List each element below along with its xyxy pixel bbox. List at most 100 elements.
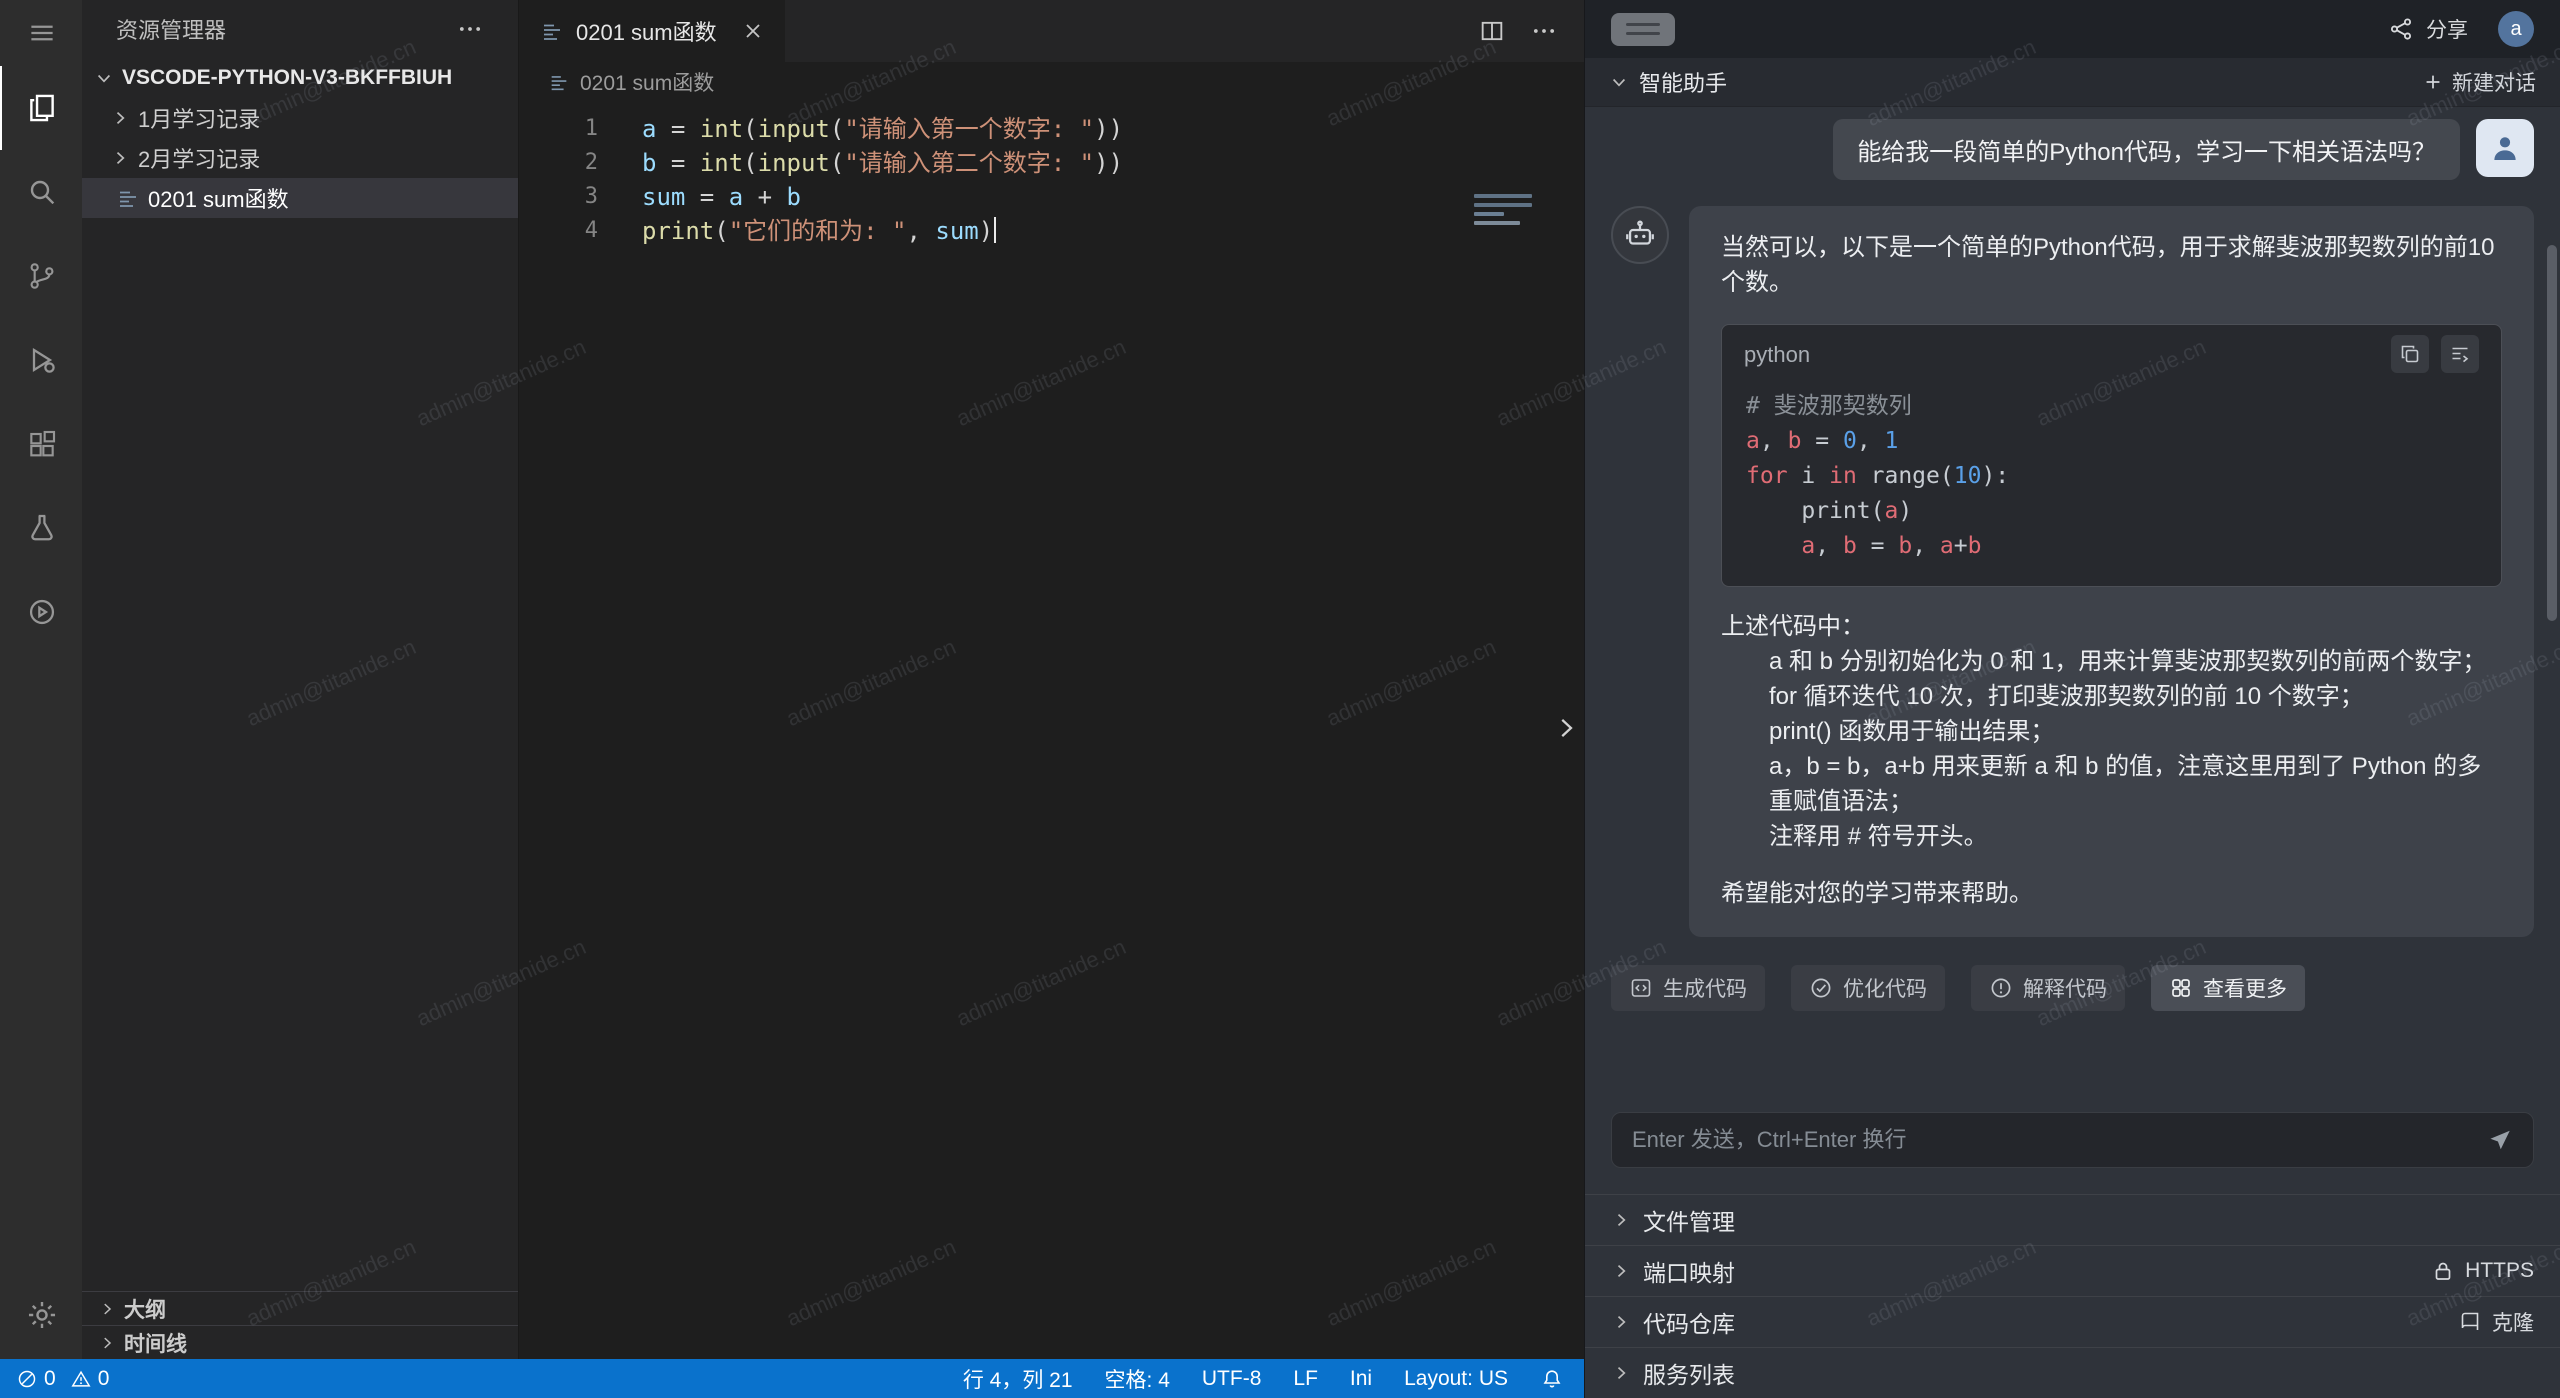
explain-item: for 循环迭代 10 次，打印斐波那契数列的前 10 个数字； [1769, 679, 2502, 714]
split-editor-icon[interactable] [1478, 17, 1506, 45]
see-more-button[interactable]: 查看更多 [2151, 965, 2305, 1011]
editor-more-icon[interactable] [1530, 17, 1558, 45]
chat-code-line: for i in range(10): [1746, 459, 2477, 494]
explanation: 上述代码中： a 和 b 分别初始化为 0 和 1，用来计算斐波那契数列的前两个… [1721, 609, 2502, 854]
share-icon[interactable] [2388, 16, 2414, 42]
chevron-right-icon [1611, 1261, 1631, 1281]
action-label: 解释代码 [2023, 973, 2107, 1003]
root-folder-label: VSCODE-PYTHON-V3-BKFFBIUH [122, 66, 452, 90]
person-icon [2476, 119, 2534, 177]
section-port-mapping[interactable]: 端口映射 HTTPS [1585, 1245, 2560, 1296]
cursor-position[interactable]: 行 4，列 21 [963, 1364, 1073, 1394]
run-profile-icon[interactable] [0, 570, 82, 654]
code-line[interactable]: 4print("它们的和为: ", sum) [520, 214, 1584, 248]
action-label: 生成代码 [1663, 973, 1747, 1003]
optimize-code-button[interactable]: 优化代码 [1791, 965, 1945, 1011]
menu-icon[interactable] [0, 0, 82, 66]
send-icon[interactable] [2487, 1127, 2513, 1153]
chevron-right-icon [98, 1300, 116, 1318]
closing-line: 希望能对您的学习带来帮助。 [1721, 876, 2502, 911]
code-language-label: python [1744, 337, 1810, 372]
panel-expand-chevron-icon[interactable] [1550, 706, 1582, 750]
section-label: 服务列表 [1643, 1356, 1735, 1390]
check-circle-icon [1809, 976, 1833, 1000]
share-label[interactable]: 分享 [2426, 14, 2468, 44]
chat-code-lines: # 斐波那契数列a, b = 0, 1for i in range(10): p… [1722, 383, 2501, 586]
eol-setting[interactable]: LF [1293, 1367, 1318, 1391]
plus-icon [2422, 71, 2444, 93]
tree-folder-jan[interactable]: 1月学习记录 [82, 98, 518, 138]
minimap[interactable] [1474, 194, 1542, 225]
settings-gear-icon[interactable] [0, 1273, 82, 1357]
assistant-title: 智能助手 [1639, 66, 1727, 98]
bell-icon[interactable] [1540, 1367, 1564, 1391]
section-label: 端口映射 [1643, 1254, 1735, 1288]
editor-area: 0201 sum函数 0201 sum函数 1a = int(input("请输… [520, 0, 1584, 1359]
copy-code-icon[interactable] [2391, 335, 2429, 373]
reply-intro: 当然可以，以下是一个简单的Python代码，用于求解斐波那契数列的前10个数。 [1721, 230, 2502, 300]
insert-code-icon[interactable] [2441, 335, 2479, 373]
errors-count: 0 [44, 1367, 56, 1391]
section-label: 代码仓库 [1643, 1305, 1735, 1339]
code-line[interactable]: 3sum = a + b [520, 180, 1584, 214]
user-avatar[interactable]: a [2498, 11, 2534, 47]
action-label: 优化代码 [1843, 973, 1927, 1003]
explorer-icon[interactable] [0, 66, 82, 150]
tree-folder-feb[interactable]: 2月学习记录 [82, 138, 518, 178]
section-extra-label: 克隆 [2492, 1307, 2534, 1337]
user-message: 能给我一段简单的Python代码，学习一下相关语法吗？ [1833, 119, 2460, 180]
chat-input[interactable] [1632, 1127, 2487, 1153]
user-message-row: 能给我一段简单的Python代码，学习一下相关语法吗？ [1611, 119, 2534, 180]
explain-code-button[interactable]: 解释代码 [1971, 965, 2125, 1011]
tree-file-sum[interactable]: 0201 sum函数 [82, 178, 518, 218]
app-window: admin@titanide.cnadmin@titanide.cnadmin@… [0, 0, 2560, 1398]
encoding[interactable]: UTF-8 [1202, 1367, 1262, 1391]
chevron-right-icon [98, 1334, 116, 1352]
run-debug-icon[interactable] [0, 318, 82, 402]
chat-code-line: # 斐波那契数列 [1746, 389, 2477, 424]
quick-actions: 生成代码 优化代码 解释代码 查看更多 [1611, 965, 2534, 1011]
timeline-section[interactable]: 时间线 [82, 1325, 518, 1359]
outline-section[interactable]: 大纲 [82, 1291, 518, 1325]
code-line[interactable]: 2b = int(input("请输入第二个数字: ")) [520, 146, 1584, 180]
close-icon[interactable] [741, 19, 765, 43]
chevron-right-icon [1611, 1363, 1631, 1383]
code-line[interactable]: 1a = int(input("请输入第一个数字: ")) [520, 112, 1584, 146]
drag-handle-icon[interactable] [1611, 13, 1675, 46]
extensions-icon[interactable] [0, 402, 82, 486]
errors-indicator[interactable]: 0 [16, 1367, 56, 1391]
chevron-down-icon[interactable] [1609, 72, 1629, 92]
new-chat-button[interactable]: 新建对话 [2422, 67, 2536, 97]
file-label: 0201 sum函数 [148, 182, 289, 214]
testing-flask-icon[interactable] [0, 486, 82, 570]
breadcrumb[interactable]: 0201 sum函数 [520, 62, 1584, 102]
exclaim-circle-icon [1989, 976, 2013, 1000]
editor-tab[interactable]: 0201 sum函数 [520, 0, 785, 62]
language-mode[interactable]: Ini [1350, 1367, 1372, 1391]
indent-setting[interactable]: 空格: 4 [1105, 1364, 1170, 1394]
warnings-indicator[interactable]: 0 [70, 1367, 110, 1391]
search-icon[interactable] [0, 150, 82, 234]
lock-icon [2431, 1259, 2455, 1283]
chat-code-line: print(a) [1746, 494, 2477, 529]
chevron-right-icon [110, 108, 130, 128]
folder-label: 2月学习记录 [138, 142, 260, 174]
chat-scrollbar[interactable] [2547, 245, 2557, 621]
generate-code-button[interactable]: 生成代码 [1611, 965, 1765, 1011]
section-service-list[interactable]: 服务列表 [1585, 1347, 2560, 1398]
source-control-icon[interactable] [0, 234, 82, 318]
section-code-repo[interactable]: 代码仓库 克隆 [1585, 1296, 2560, 1347]
assistant-panel: 分享 a 智能助手 新建对话 能给我一段简单的Python代码，学习一下相关语法… [1584, 0, 2560, 1398]
explorer-more-icon[interactable] [456, 15, 484, 43]
chevron-right-icon [1611, 1312, 1631, 1332]
file-icon [548, 71, 570, 93]
breadcrumb-label: 0201 sum函数 [580, 67, 714, 97]
explain-item: 注释用 # 符号开头。 [1769, 819, 2502, 854]
chat-input-box[interactable] [1611, 1112, 2534, 1168]
explain-item: a，b = b，a+b 用来更新 a 和 b 的值，注意这里用到了 Python… [1769, 749, 2502, 819]
tree-root-folder[interactable]: VSCODE-PYTHON-V3-BKFFBIUH [82, 58, 518, 98]
keyboard-layout[interactable]: Layout: US [1404, 1367, 1508, 1391]
code-area[interactable]: 1a = int(input("请输入第一个数字: "))2b = int(in… [520, 102, 1584, 248]
section-file-management[interactable]: 文件管理 [1585, 1194, 2560, 1245]
chat-area[interactable]: 能给我一段简单的Python代码，学习一下相关语法吗？ 当然可以，以下是一个简单… [1585, 107, 2560, 1096]
